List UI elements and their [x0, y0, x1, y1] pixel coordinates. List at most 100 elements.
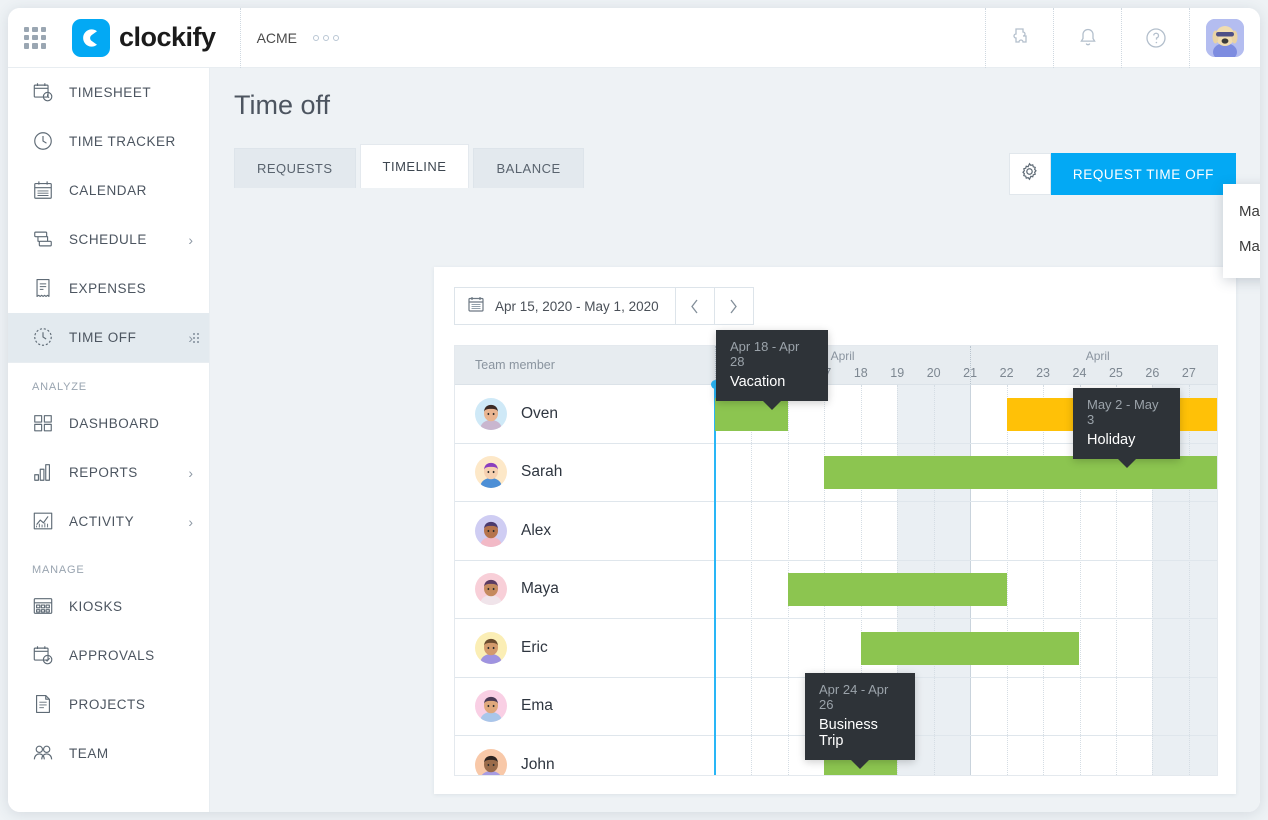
workspace-name[interactable]: ACME	[257, 30, 297, 46]
dashboard-icon	[32, 412, 56, 436]
avatar	[475, 456, 507, 489]
day-column-header[interactable]: 24	[1043, 346, 1087, 385]
day-column-header[interactable]: 26	[1116, 346, 1159, 385]
sidebar-item-projects[interactable]: PROJECTS	[8, 680, 209, 729]
tooltip-arrow	[763, 401, 781, 410]
tooltip-vacation: Apr 18 - Apr 28 Vacation	[716, 330, 828, 410]
team-icon	[32, 742, 56, 766]
help-icon[interactable]	[1122, 8, 1189, 68]
sidebar-item-label: ACTIVITY	[69, 514, 135, 529]
date-range-controls: Apr 15, 2020 - May 1, 2020	[434, 267, 1236, 325]
more-dots-icon[interactable]	[313, 34, 340, 41]
sidebar: TIMESHEET TIME TRACKER CALENDAR SCHEDULE › EX…	[8, 68, 210, 812]
timeline-header: Team member AprilAprilApril - May1516171…	[455, 346, 1217, 389]
schedule-icon	[32, 228, 56, 252]
sidebar-item-timesheet[interactable]: TIMESHEET	[8, 68, 209, 117]
member-cell: Maya	[455, 573, 559, 606]
day-column-header[interactable]: 28	[1189, 346, 1217, 385]
table-row[interactable]: Eric	[455, 619, 1217, 678]
avatar	[475, 631, 507, 664]
calendar-icon	[467, 295, 485, 318]
day-column-header[interactable]: 20	[897, 346, 941, 385]
day-number: 28	[1207, 366, 1217, 380]
tab-requests[interactable]: REQUESTS	[234, 148, 356, 188]
sidebar-item-activity[interactable]: ACTIVITY ›	[8, 497, 209, 546]
member-name: Eric	[521, 638, 548, 656]
chevron-right-icon[interactable]: ›	[188, 514, 193, 530]
next-period-button[interactable]	[714, 287, 754, 325]
bell-icon[interactable]	[1054, 8, 1121, 68]
tooltip-date-range: Apr 24 - Apr 26	[819, 682, 889, 712]
menu-item-manage-holidays[interactable]: Manage holidays	[1223, 194, 1260, 229]
user-avatar-image	[1206, 18, 1244, 57]
drag-handle-icon[interactable]	[193, 332, 199, 343]
avatar	[475, 573, 507, 606]
reports-icon	[32, 461, 56, 485]
prev-period-button[interactable]	[675, 287, 715, 325]
sidebar-item-calendar[interactable]: CALENDAR	[8, 166, 209, 215]
day-column-header[interactable]: 18	[824, 346, 868, 385]
tooltip-title: Business Trip	[819, 717, 878, 749]
member-name: Maya	[521, 580, 559, 598]
sidebar-item-label: APPROVALS	[69, 648, 155, 663]
day-column-header[interactable]: 25	[1080, 346, 1123, 385]
sidebar-item-expenses[interactable]: EXPENSES	[8, 264, 209, 313]
page-header-actions: REQUEST TIME OFF	[1008, 153, 1236, 195]
sidebar-section-title: ANALYZE	[32, 381, 87, 393]
sidebar-item-approvals[interactable]: APPROVALS	[8, 631, 209, 680]
chevron-right-icon[interactable]: ›	[188, 465, 193, 481]
settings-gear-button[interactable]	[1008, 153, 1051, 195]
tooltip-arrow	[851, 760, 869, 769]
date-range-text: Apr 15, 2020 - May 1, 2020	[495, 298, 659, 314]
sidebar-item-kiosks[interactable]: KIOSKS	[8, 582, 209, 631]
sidebar-item-label: EXPENSES	[69, 281, 147, 296]
sidebar-item-reports[interactable]: REPORTS ›	[8, 448, 209, 497]
tooltip-business-trip: Apr 24 - Apr 26 Business Trip	[805, 673, 915, 769]
sidebar-item-label: REPORTS	[69, 465, 138, 480]
member-cell: Ema	[455, 690, 553, 723]
app-window: clockify ACME TIMESHEET TIME TRACKER CAL…	[8, 8, 1260, 812]
settings-dropdown-menu: Manage holidaysManage policies	[1223, 184, 1260, 278]
clockify-logo[interactable]: clockify	[72, 18, 216, 57]
request-time-off-button[interactable]: REQUEST TIME OFF	[1050, 153, 1236, 195]
day-column-header[interactable]: 22	[970, 346, 1014, 385]
sidebar-item-schedule[interactable]: SCHEDULE ›	[8, 215, 209, 264]
sidebar-section-title: MANAGE	[32, 564, 85, 576]
member-cell: John	[455, 748, 555, 775]
day-column-header[interactable]: 19	[861, 346, 904, 385]
date-range-picker[interactable]: Apr 15, 2020 - May 1, 2020	[454, 287, 676, 325]
sidebar-item-label: TIME OFF	[69, 330, 137, 345]
avatar[interactable]	[1190, 8, 1260, 68]
day-column-header[interactable]: 27	[1152, 346, 1196, 385]
kiosks-icon	[32, 595, 56, 619]
puzzle-icon[interactable]	[986, 8, 1053, 68]
timeoff-icon	[32, 326, 56, 350]
sidebar-item-label: TEAM	[69, 746, 109, 761]
clock-icon	[32, 130, 56, 154]
timeoff-bar-timeoff[interactable]	[824, 456, 1217, 490]
menu-item-manage-policies[interactable]: Manage policies	[1223, 229, 1260, 264]
sidebar-item-time-off[interactable]: TIME OFF ›	[8, 313, 209, 362]
chevron-right-icon[interactable]: ›	[188, 232, 193, 248]
sidebar-item-label: KIOSKS	[69, 599, 123, 614]
day-column-header[interactable]: 21	[934, 346, 977, 385]
tooltip-title: Holiday	[1087, 432, 1136, 448]
timesheet-icon	[32, 81, 56, 105]
sidebar-item-dashboard[interactable]: DASHBOARD	[8, 399, 209, 448]
table-row[interactable]: Alex	[455, 502, 1217, 561]
member-name: Oven	[521, 404, 559, 422]
avatar	[475, 690, 507, 723]
team-member-column-header: Team member	[475, 358, 555, 372]
tab-balance[interactable]: BALANCE	[473, 148, 584, 188]
sidebar-item-team[interactable]: TEAM	[8, 729, 209, 778]
timeoff-bar-timeoff[interactable]	[860, 631, 1080, 665]
apps-grid-icon[interactable]	[24, 26, 46, 49]
sidebar-item-time-tracker[interactable]: TIME TRACKER	[8, 117, 209, 166]
avatar	[475, 748, 507, 775]
tab-timeline[interactable]: TIMELINE	[359, 144, 470, 188]
timeoff-bar-timeoff[interactable]	[787, 573, 1007, 607]
avatar	[475, 397, 507, 430]
member-cell: Oven	[455, 397, 558, 430]
approvals-icon	[32, 644, 56, 668]
day-column-header[interactable]: 23	[1007, 346, 1050, 385]
